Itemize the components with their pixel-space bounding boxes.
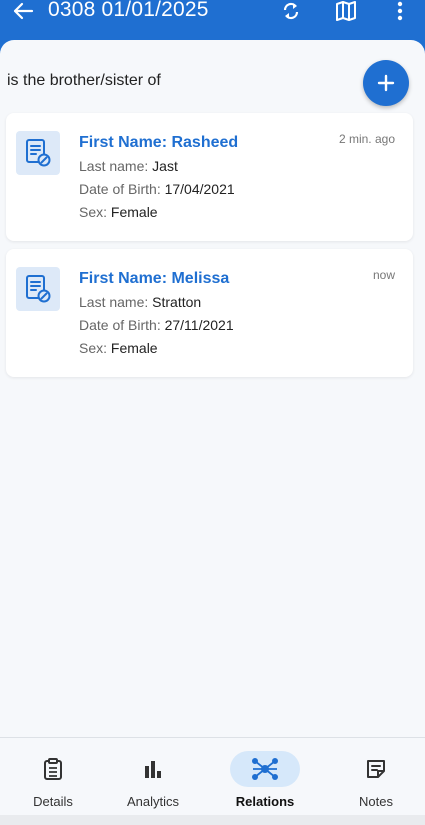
nav-item-analytics[interactable]: Analytics — [100, 738, 206, 816]
dob-row: Date of Birth: 17/04/2021 — [79, 181, 235, 197]
sex-value: Female — [110, 204, 158, 220]
clipboard-icon — [44, 758, 62, 780]
nav-icon-container — [118, 751, 188, 787]
map-button[interactable] — [332, 0, 360, 22]
dob-value: 27/11/2021 — [164, 317, 234, 333]
nav-label: Relations — [235, 794, 295, 809]
map-icon — [336, 1, 356, 21]
dob-label: Date of Birth: — [79, 181, 161, 197]
page-title: 0308 01/01/2025 — [48, 0, 209, 21]
system-navigation-bar — [0, 815, 425, 825]
sex-row: Sex: Female — [79, 340, 158, 356]
dob-value: 17/04/2021 — [164, 181, 235, 197]
sex-label: Sex: — [79, 340, 108, 356]
last-name-label: Last name: — [79, 158, 149, 174]
last-name-value: Stratton — [152, 294, 202, 310]
last-name-row: Last name: Jast — [79, 158, 178, 174]
sync-button[interactable] — [277, 0, 305, 22]
top-app-bar: 0308 01/01/2025 — [0, 0, 425, 40]
notes-icon — [367, 760, 385, 778]
more-vertical-icon — [397, 1, 403, 21]
nav-label: Analytics — [126, 794, 180, 809]
record-icon — [16, 267, 60, 311]
plus-icon — [377, 74, 395, 92]
sex-label: Sex: — [79, 204, 108, 220]
sex-row: Sex: Female — [79, 204, 158, 220]
app-screen: 0308 01/01/2025 is the brother/sister of — [0, 0, 425, 825]
card-name: First Name: Melissa — [79, 270, 230, 287]
last-name-value: Jast — [152, 158, 178, 174]
nav-item-relations[interactable]: Relations — [212, 738, 318, 816]
card-timestamp: now — [372, 268, 395, 282]
add-relation-button[interactable] — [363, 60, 409, 106]
dob-row: Date of Birth: 27/11/2021 — [79, 317, 234, 333]
relation-type-title: is the brother/sister of — [7, 72, 161, 89]
card-timestamp: 2 min. ago — [338, 132, 395, 146]
sex-value: Female — [110, 340, 158, 356]
last-name-label: Last name: — [79, 294, 149, 310]
nav-icon-container — [18, 751, 88, 787]
more-options-button[interactable] — [386, 0, 414, 22]
nav-icon-container — [341, 751, 411, 787]
nav-icon-container — [230, 751, 300, 787]
back-button[interactable] — [8, 0, 38, 22]
nav-label: Details — [33, 794, 73, 809]
arrow-left-icon — [13, 2, 34, 20]
nav-item-details[interactable]: Details — [0, 738, 106, 816]
relation-card[interactable]: First Name: Melissa Last name: Stratton … — [6, 249, 413, 377]
card-name: First Name: Rasheed — [79, 134, 239, 151]
relation-card[interactable]: First Name: Rasheed Last name: Jast Date… — [6, 113, 413, 241]
bottom-navigation: Details Analytics Relations Notes — [0, 737, 425, 815]
bar-chart-icon — [145, 761, 161, 778]
nav-label: Notes — [359, 794, 393, 809]
sync-icon — [283, 2, 299, 20]
record-icon — [16, 131, 60, 175]
content-sheet: is the brother/sister of First Name: Ras… — [0, 40, 425, 737]
dob-label: Date of Birth: — [79, 317, 161, 333]
last-name-row: Last name: Stratton — [79, 294, 201, 310]
relations-icon — [252, 758, 278, 780]
nav-item-notes[interactable]: Notes — [323, 738, 425, 816]
